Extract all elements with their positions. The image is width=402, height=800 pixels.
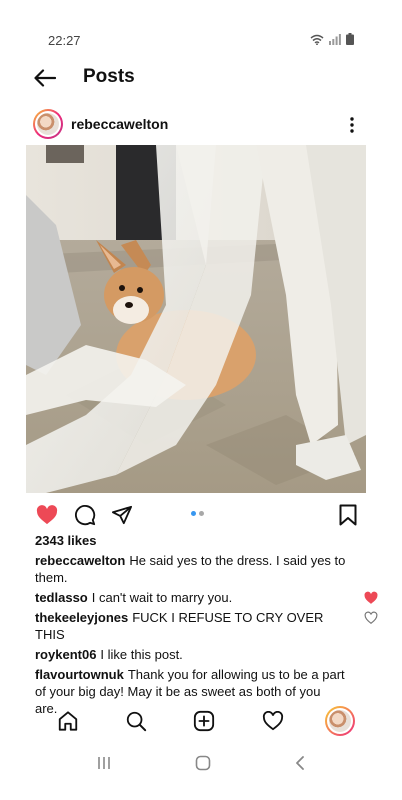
comment-heart-outline-icon[interactable] xyxy=(364,611,378,625)
comment-button[interactable] xyxy=(72,502,98,528)
carousel-dot xyxy=(199,511,204,516)
list-item: thekeeleyjones FUCK I REFUSE TO CRY OVER … xyxy=(35,609,378,643)
system-nav-bar xyxy=(0,748,402,778)
list-item: tedlasso I can't wait to marry you. xyxy=(35,589,378,606)
heart-filled-icon xyxy=(36,505,58,525)
more-vertical-icon xyxy=(350,117,354,133)
comment-username[interactable]: tedlasso xyxy=(35,590,88,605)
avatar xyxy=(37,113,59,135)
comment-username[interactable]: thekeeleyjones xyxy=(35,610,128,625)
status-time: 22:27 xyxy=(48,33,81,48)
post-header: rebeccawelton xyxy=(0,106,402,142)
more-options-button[interactable] xyxy=(342,114,362,136)
comment-icon xyxy=(75,505,96,526)
comment-text: I can't wait to marry you. xyxy=(91,590,233,605)
like-button[interactable] xyxy=(34,502,60,528)
nav-search[interactable] xyxy=(122,707,150,735)
post-author-username[interactable]: rebeccawelton xyxy=(71,116,168,132)
back-chevron-icon xyxy=(296,756,304,770)
caption: rebeccawelton He said yes to the dress. I… xyxy=(35,552,370,586)
status-icons xyxy=(310,33,354,45)
search-icon xyxy=(126,711,147,732)
back-button[interactable] xyxy=(30,64,60,92)
status-bar: 22:27 xyxy=(0,0,402,60)
comment-username[interactable]: rebeccawelton xyxy=(35,553,125,568)
list-item: roykent06 I like this post. xyxy=(35,646,370,663)
page-title: Posts xyxy=(83,66,135,87)
comment-username[interactable]: flavourtownuk xyxy=(35,667,124,682)
save-button[interactable] xyxy=(335,502,361,528)
signal-icon xyxy=(329,33,341,45)
post-image[interactable] xyxy=(26,145,366,493)
activity-heart-icon xyxy=(262,711,284,731)
nav-profile-avatar[interactable] xyxy=(325,706,355,736)
post-author-avatar[interactable] xyxy=(33,109,63,139)
share-button[interactable] xyxy=(109,502,135,528)
home-icon xyxy=(58,711,78,731)
carousel-dot-active xyxy=(191,511,196,516)
comment-text: I like this post. xyxy=(100,647,183,662)
nav-add-post[interactable] xyxy=(190,707,218,735)
bookmark-icon xyxy=(339,504,357,526)
wifi-icon xyxy=(310,34,324,45)
profile-avatar xyxy=(329,710,351,732)
comment-username[interactable]: roykent06 xyxy=(35,647,96,662)
bottom-nav xyxy=(0,703,402,739)
system-back-button[interactable] xyxy=(288,752,312,774)
battery-icon xyxy=(346,33,354,45)
comment-heart-filled-icon[interactable] xyxy=(364,591,378,605)
add-post-icon xyxy=(193,710,215,732)
nav-home[interactable] xyxy=(54,707,82,735)
carousel-indicator xyxy=(191,511,204,516)
send-icon xyxy=(112,505,132,525)
arrow-left-icon xyxy=(34,69,56,87)
nav-activity[interactable] xyxy=(259,707,287,735)
page-header: Posts xyxy=(0,60,402,96)
recents-button[interactable] xyxy=(92,752,116,774)
home-circle-icon xyxy=(195,755,211,771)
post-actions xyxy=(0,500,402,528)
system-home-button[interactable] xyxy=(191,752,215,774)
comments-list: rebeccawelton He said yes to the dress. I… xyxy=(35,552,378,720)
likes-count[interactable]: 2343 likes xyxy=(35,533,96,548)
photo-illustration xyxy=(26,145,366,493)
recents-icon xyxy=(98,757,110,769)
